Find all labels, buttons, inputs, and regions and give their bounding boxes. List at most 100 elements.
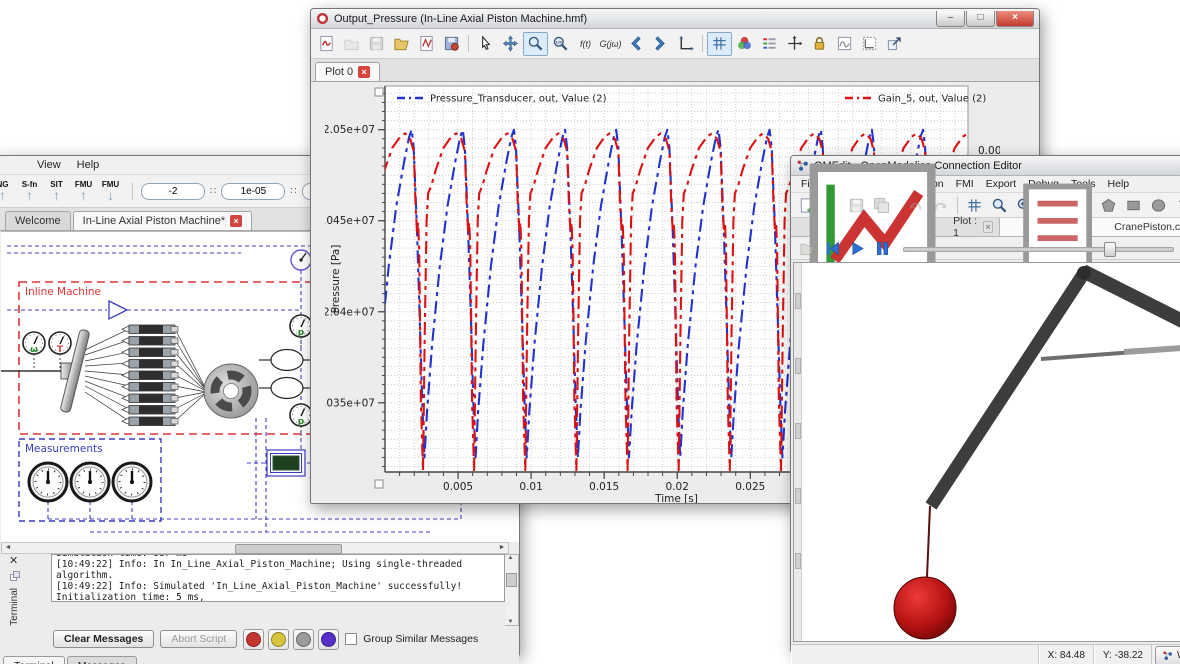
save-icon[interactable] <box>844 193 869 217</box>
terminal-vscrollbar[interactable]: ▲ ▼ <box>505 554 519 626</box>
float-panel-icon[interactable] <box>9 570 21 582</box>
arrow-icon: ↑ <box>0 189 6 202</box>
redo-icon[interactable] <box>928 193 953 217</box>
info-filter-dot[interactable] <box>293 629 314 650</box>
scroll-down-icon[interactable]: ▼ <box>505 619 516 625</box>
next-curve-icon[interactable] <box>648 32 673 56</box>
pressure-gauge-top-component[interactable]: p <box>290 315 312 350</box>
toggle-axis-labels-icon[interactable] <box>832 32 857 56</box>
background-color-icon[interactable] <box>732 32 757 56</box>
legend-settings-icon[interactable] <box>757 32 782 56</box>
debug-filter-dot[interactable] <box>318 629 339 650</box>
import-fmu-button[interactable]: FMU ↓ <box>97 180 124 202</box>
scope-display-component[interactable] <box>267 450 305 476</box>
tab-close-icon[interactable]: × <box>358 66 370 78</box>
pan-tool-icon[interactable] <box>498 32 523 56</box>
select-tool-icon[interactable] <box>473 32 498 56</box>
time-domain-icon[interactable]: f(t) <box>573 32 598 56</box>
error-filter-dot[interactable] <box>243 629 264 650</box>
reset-zoom-icon[interactable] <box>548 32 573 56</box>
export-fmu-button[interactable]: FMU ↑ <box>70 180 97 202</box>
signal-source-component[interactable] <box>291 250 311 270</box>
lock-axes-icon[interactable] <box>807 32 832 56</box>
open-result-file-icon[interactable] <box>795 236 820 260</box>
grid-icon[interactable] <box>962 193 987 217</box>
export-ng-button[interactable]: NG ↑ <box>0 180 16 202</box>
plot-tab[interactable]: Plot 0 × <box>315 62 380 81</box>
menu-item[interactable]: View <box>29 157 69 173</box>
toolbar-separator <box>132 183 133 200</box>
clear-messages-button[interactable]: Clear Messages <box>53 630 154 648</box>
measurement-clock-components[interactable] <box>29 463 151 501</box>
scrollbar-thumb[interactable] <box>235 544 342 554</box>
time-slider[interactable] <box>903 241 1174 255</box>
tab-inline-axial-piston-machine[interactable]: In-Line Axial Piston Machine* × <box>73 211 252 230</box>
toggle-subplots-icon[interactable] <box>857 32 882 56</box>
canvas-hscrollbar[interactable]: ◄ ► <box>1 542 509 554</box>
abort-script-button[interactable]: Abort Script <box>160 630 237 648</box>
new-plot-icon[interactable] <box>314 32 339 56</box>
undo-icon[interactable] <box>903 193 928 217</box>
terminal-dock-tab[interactable]: Terminal <box>3 656 65 664</box>
valve-plate-component[interactable] <box>204 364 258 418</box>
menu-item[interactable]: FMI <box>950 176 980 192</box>
terminal-dock-titlebar: ✕ Terminal <box>0 554 51 626</box>
omedit-window: OMEdit - OpenModelica Connection Editor … <box>790 155 1180 652</box>
detach-plot-icon[interactable] <box>882 32 907 56</box>
export-simulink-button[interactable]: S-fn ↑ <box>16 180 43 202</box>
ellipse-tool-icon[interactable] <box>1146 193 1171 217</box>
save-all-icon[interactable] <box>869 193 894 217</box>
scroll-right-icon[interactable]: ► <box>496 543 508 553</box>
tab-close-icon[interactable]: × <box>230 215 242 227</box>
export-plot-data-icon[interactable] <box>414 32 439 56</box>
pause-icon[interactable] <box>870 236 895 260</box>
play-icon[interactable] <box>845 236 870 260</box>
rewind-icon[interactable] <box>820 236 845 260</box>
save-plot-icon[interactable] <box>364 32 389 56</box>
rectangle-tool-icon[interactable] <box>1121 193 1146 217</box>
tab-welcome[interactable]: Welcome <box>5 211 71 230</box>
minimize-button[interactable]: – <box>936 11 965 27</box>
sim-start-time-input[interactable] <box>141 183 205 200</box>
previous-curve-icon[interactable] <box>623 32 648 56</box>
menu-item[interactable]: Help <box>69 157 108 173</box>
axis-scale-icon[interactable] <box>673 32 698 56</box>
export-image-icon[interactable] <box>439 32 464 56</box>
plot-window-titlebar[interactable]: Output_Pressure (In-Line Axial Piston Ma… <box>311 9 1039 29</box>
export-labview-sit-button[interactable]: SIT ↑ <box>43 180 70 202</box>
tab-cranepiston-csv[interactable]: CranePiston.csv × <box>1000 218 1180 236</box>
terminal-output[interactable]: Simulation time: 887 ms [10:49:22] Info:… <box>51 554 505 602</box>
maximize-button[interactable]: □ <box>966 11 995 27</box>
messages-dock-tab[interactable]: Messages <box>67 656 137 664</box>
text-tool-icon[interactable] <box>1171 193 1180 217</box>
animation-3d-view[interactable] <box>793 262 1180 642</box>
axis-settings-icon[interactable] <box>782 32 807 56</box>
speed-gauge-component[interactable]: ω <box>23 332 45 371</box>
frequency-domain-icon[interactable]: G(jω) <box>598 32 623 56</box>
cable-line <box>927 506 930 577</box>
omedit-toolbar <box>791 193 1180 218</box>
scrollbar-thumb[interactable] <box>506 573 517 587</box>
welcome-perspective-button[interactable]: Welc <box>1155 646 1180 664</box>
warning-filter-dot[interactable] <box>268 629 289 650</box>
scroll-left-icon[interactable]: ◄ <box>2 543 14 553</box>
filter-dot-icon <box>321 632 336 647</box>
sim-timestep-input[interactable] <box>221 183 285 200</box>
group-similar-checkbox[interactable] <box>345 633 357 645</box>
close-dock-icon[interactable]: ✕ <box>9 556 18 567</box>
grid-toggle-icon[interactable] <box>707 32 732 56</box>
terminal-dock-title: Terminal <box>9 588 20 626</box>
tab-plot-1[interactable]: Plot : 1 × <box>791 218 1000 236</box>
slider-thumb[interactable] <box>1104 242 1116 257</box>
svg-text:Pressure_Transducer, out, Valu: Pressure_Transducer, out, Value (2) <box>430 94 607 105</box>
zoom-tool-icon[interactable] <box>523 32 548 56</box>
tab-close-icon[interactable]: × <box>983 221 993 233</box>
gain-component[interactable] <box>109 301 127 319</box>
dock-splitter[interactable] <box>794 263 802 641</box>
import-data-icon[interactable] <box>389 32 414 56</box>
open-plot-icon[interactable] <box>339 32 364 56</box>
piston-array-component[interactable] <box>122 325 178 426</box>
close-button[interactable]: × <box>996 11 1034 27</box>
scroll-up-icon[interactable]: ▲ <box>505 555 516 561</box>
svg-text:ω: ω <box>30 345 38 355</box>
